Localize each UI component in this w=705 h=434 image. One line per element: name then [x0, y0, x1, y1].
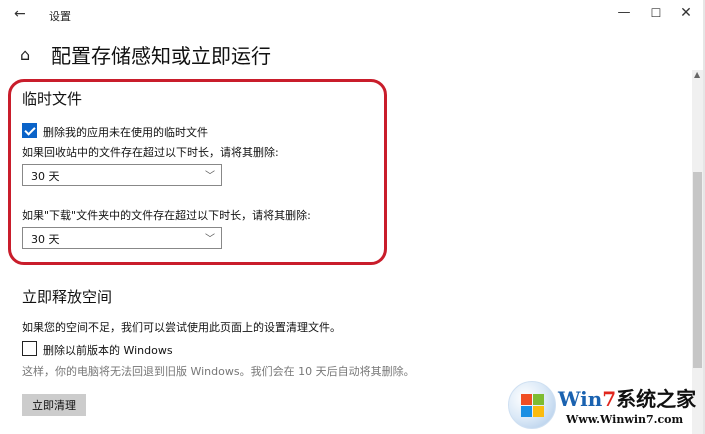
free-space-description: 如果您的空间不足，我们可以尝试使用此页面上的设置清理文件。	[22, 321, 341, 334]
watermark-url: Www.Winwin7.com	[566, 413, 684, 426]
temp-files-heading: 临时文件	[22, 90, 83, 108]
close-button[interactable]: ✕	[676, 5, 696, 21]
clean-now-button[interactable]: 立即清理	[22, 394, 86, 416]
title-bar: ← 设置 — ☐ ✕	[0, 0, 705, 30]
downloads-duration-select[interactable]: 30 天 ﹀	[22, 227, 222, 249]
watermark: Win7系统之家 Www.Winwin7.com	[500, 377, 705, 434]
watermark-title-cn: 系统之家	[616, 387, 697, 411]
app-title: 设置	[49, 10, 71, 23]
watermark-title-7: 7	[602, 387, 617, 411]
watermark-title: Win7系统之家	[558, 383, 696, 412]
home-icon[interactable]: ⌂	[20, 45, 30, 64]
free-space-heading: 立即释放空间	[22, 288, 113, 306]
delete-previous-windows-checkbox[interactable]	[22, 341, 37, 356]
recycle-bin-duration-select[interactable]: 30 天 ﹀	[22, 164, 222, 186]
minimize-button[interactable]: —	[614, 5, 634, 20]
scroll-up-icon[interactable]: ▲	[694, 70, 700, 79]
page-title: 配置存储感知或立即运行	[51, 44, 271, 68]
scrollbar-thumb[interactable]	[693, 172, 702, 368]
windows-logo-icon	[508, 381, 556, 429]
recycle-bin-label: 如果回收站中的文件存在超过以下时长，请将其删除:	[22, 146, 279, 159]
previous-windows-note: 这样，你的电脑将无法回退到旧版 Windows。我们会在 10 天后自动将其删除…	[22, 365, 415, 378]
chevron-down-icon: ﹀	[205, 234, 215, 245]
back-arrow-icon[interactable]: ←	[14, 6, 26, 22]
chevron-down-icon: ﹀	[205, 171, 215, 182]
watermark-title-win: Win	[558, 387, 603, 411]
downloads-label: 如果"下载"文件夹中的文件存在超过以下时长，请将其删除:	[22, 209, 311, 222]
delete-temp-files-checkbox[interactable]	[22, 123, 37, 138]
delete-temp-files-label: 删除我的应用未在使用的临时文件	[43, 126, 208, 139]
delete-previous-windows-label: 删除以前版本的 Windows	[43, 344, 173, 357]
recycle-bin-duration-value: 30 天	[31, 170, 60, 183]
downloads-duration-value: 30 天	[31, 233, 60, 246]
maximize-button[interactable]: ☐	[646, 6, 666, 20]
